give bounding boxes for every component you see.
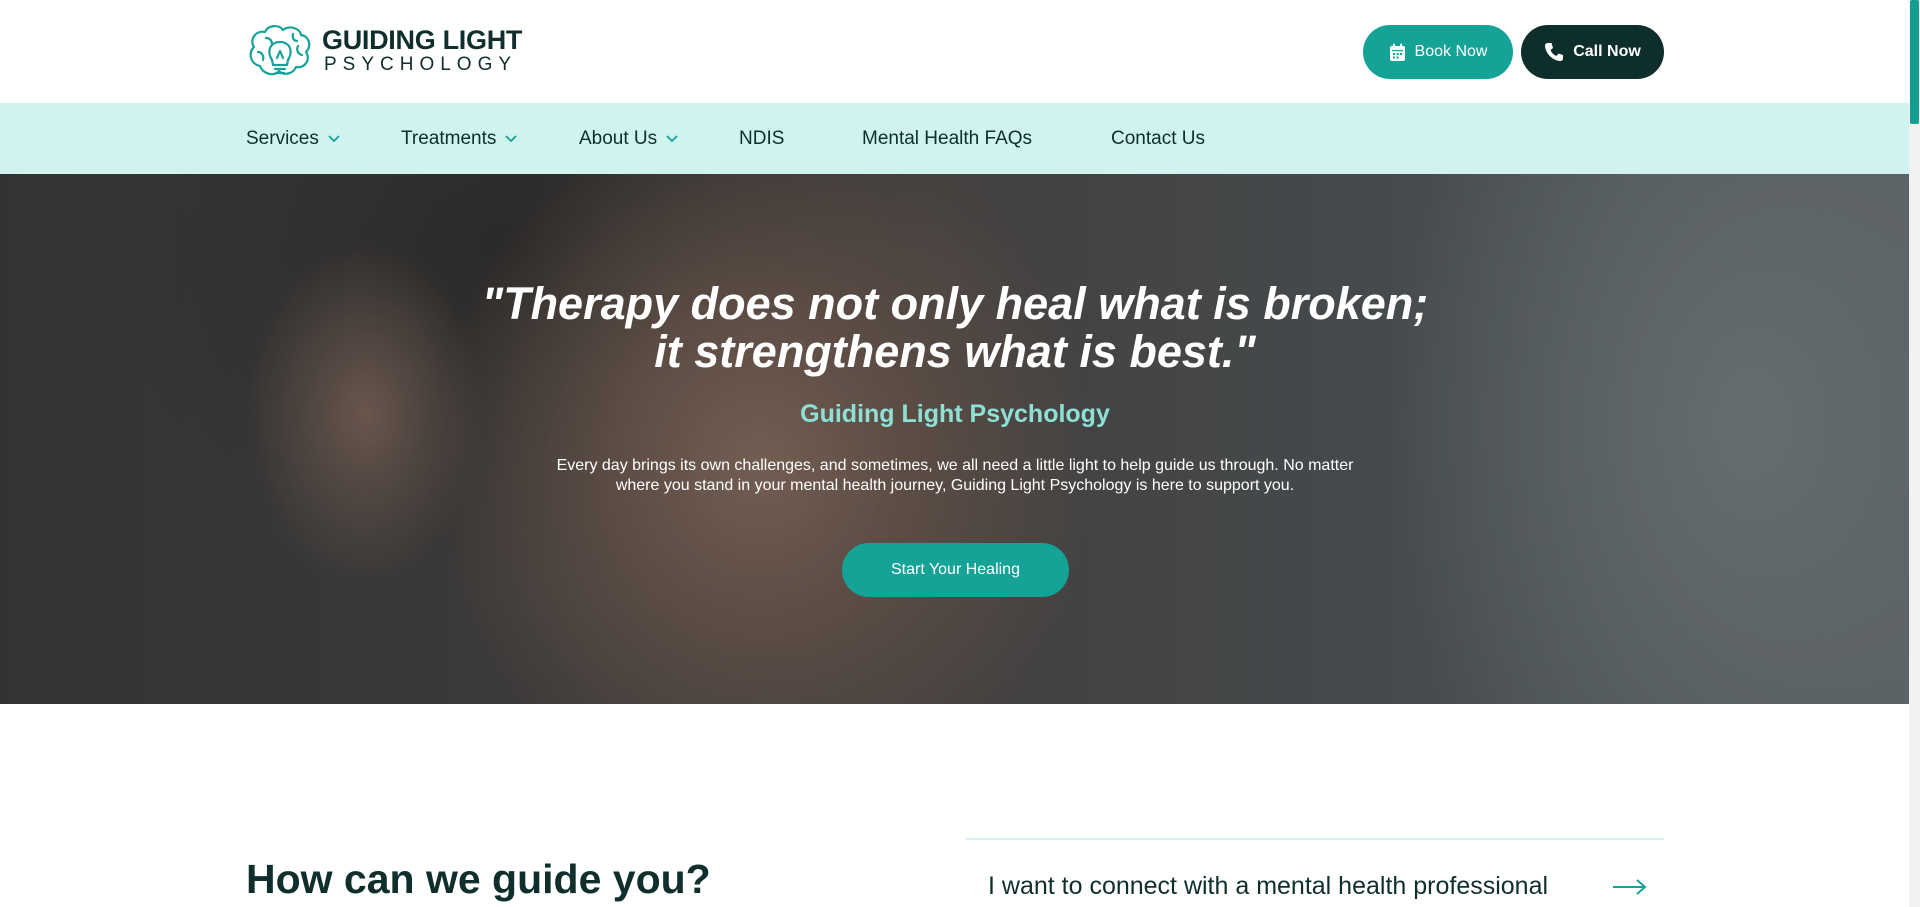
logo[interactable]: GUIDING LIGHT PSYCHOLOGY <box>246 22 522 80</box>
nav-item-label: Mental Health FAQs <box>862 127 1033 149</box>
hero-description-line-2: where you stand in your mental health jo… <box>615 477 1295 494</box>
hero-subtitle: Guiding Light Psychology <box>800 400 1110 428</box>
scrollbar-thumb[interactable] <box>1910 0 1919 124</box>
site-header: GUIDING LIGHT PSYCHOLOGY Book Now Call N… <box>0 0 1909 103</box>
phone-icon <box>1545 43 1564 61</box>
hero-section: "Therapy does not only heal what is brok… <box>0 174 1909 704</box>
brain-lightbulb-icon <box>249 25 311 76</box>
nav-item-label: Contact Us <box>1111 127 1205 149</box>
connect-professional-link[interactable]: I want to connect with a mental health p… <box>988 872 1648 901</box>
logo-title: GUIDING LIGHT <box>322 25 523 55</box>
nav-item-treatments[interactable]: Treatments <box>401 103 518 174</box>
connect-professional-label: I want to connect with a mental health p… <box>988 872 1549 900</box>
call-now-button[interactable]: Call Now <box>1521 25 1664 79</box>
nav-item-label: NDIS <box>739 127 785 149</box>
logo-text: GUIDING LIGHT PSYCHOLOGY <box>322 26 522 76</box>
call-now-label: Call Now <box>1573 43 1641 60</box>
book-now-button[interactable]: Book Now <box>1363 25 1513 79</box>
hero-quote: "Therapy does not only heal what is brok… <box>460 280 1450 376</box>
nav-item-ndis[interactable]: NDIS <box>739 103 784 174</box>
scrollbar[interactable] <box>1909 0 1920 907</box>
hero-description-line-1: Every day brings its own challenges, and… <box>556 457 1354 474</box>
nav-item-label: Services <box>246 127 319 149</box>
logo-subtitle: PSYCHOLOGY <box>324 54 518 75</box>
calendar-icon <box>1389 43 1405 61</box>
nav-item-services[interactable]: Services <box>246 103 341 174</box>
main-nav: Services Treatments About Us NDIS Mental… <box>0 103 1909 174</box>
chevron-down-icon <box>505 134 518 142</box>
nav-item-mental-health-faqs[interactable]: Mental Health FAQs <box>862 103 1032 174</box>
nav-item-label: Treatments <box>401 127 497 149</box>
chevron-down-icon <box>666 134 678 142</box>
guide-heading: How can we guide you? <box>246 856 711 902</box>
page: GUIDING LIGHT PSYCHOLOGY Book Now Call N… <box>0 0 1920 907</box>
hero-quote-line-2: it strengthens what is best." <box>654 326 1256 377</box>
hero-content: "Therapy does not only heal what is brok… <box>0 174 1909 704</box>
start-your-healing-button[interactable]: Start Your Healing <box>842 543 1069 597</box>
nav-item-label: About Us <box>579 127 658 149</box>
nav-item-contact-us[interactable]: Contact Us <box>1111 103 1205 174</box>
book-now-label: Book Now <box>1414 43 1488 60</box>
divider <box>966 838 1664 840</box>
arrow-right-icon <box>1613 878 1647 895</box>
chevron-down-icon <box>328 134 340 142</box>
hero-quote-line-1: "Therapy does not only heal what is brok… <box>481 278 1429 329</box>
hero-description: Every day brings its own challenges, and… <box>530 456 1380 496</box>
nav-item-about-us[interactable]: About Us <box>579 103 679 174</box>
